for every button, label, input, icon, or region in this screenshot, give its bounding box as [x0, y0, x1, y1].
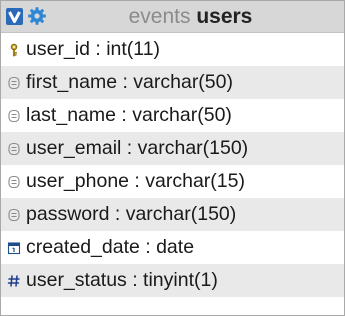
- column-row-first-name[interactable]: first_name : varchar(50): [1, 66, 344, 99]
- column-label: user_email : varchar(150): [26, 137, 249, 159]
- column-row-user-email[interactable]: user_email : varchar(150): [1, 132, 344, 165]
- table-panel: events users user_id : int(11) first_nam…: [0, 0, 345, 316]
- table-title: events users: [1, 5, 344, 29]
- column-label: user_id : int(11): [26, 38, 161, 60]
- numeric-field-icon: [7, 274, 21, 288]
- text-field-icon: [7, 175, 21, 189]
- column-row-last-name[interactable]: last_name : varchar(50): [1, 99, 344, 132]
- column-row-created-date[interactable]: created_date : date: [1, 231, 344, 264]
- date-field-icon: [7, 241, 21, 255]
- column-row-user-id[interactable]: user_id : int(11): [1, 33, 344, 66]
- column-label: password : varchar(150): [26, 203, 237, 225]
- text-field-icon: [7, 76, 21, 90]
- column-label: user_status : tinyint(1): [26, 269, 218, 291]
- column-label: first_name : varchar(50): [26, 71, 233, 93]
- column-label: created_date : date: [26, 236, 195, 258]
- column-row-user-status[interactable]: user_status : tinyint(1): [1, 264, 344, 297]
- column-list: user_id : int(11) first_name : varchar(5…: [1, 33, 344, 315]
- column-label: user_phone : varchar(15): [26, 170, 245, 192]
- table-name: users: [196, 5, 253, 28]
- text-field-icon: [7, 142, 21, 156]
- text-field-icon: [7, 109, 21, 123]
- column-label: last_name : varchar(50): [26, 104, 232, 126]
- text-field-icon: [7, 208, 21, 222]
- column-row-user-phone[interactable]: user_phone : varchar(15): [1, 165, 344, 198]
- database-name: events: [128, 5, 191, 28]
- primary-key-icon: [7, 43, 21, 57]
- table-header[interactable]: events users: [1, 1, 344, 33]
- column-row-password[interactable]: password : varchar(150): [1, 198, 344, 231]
